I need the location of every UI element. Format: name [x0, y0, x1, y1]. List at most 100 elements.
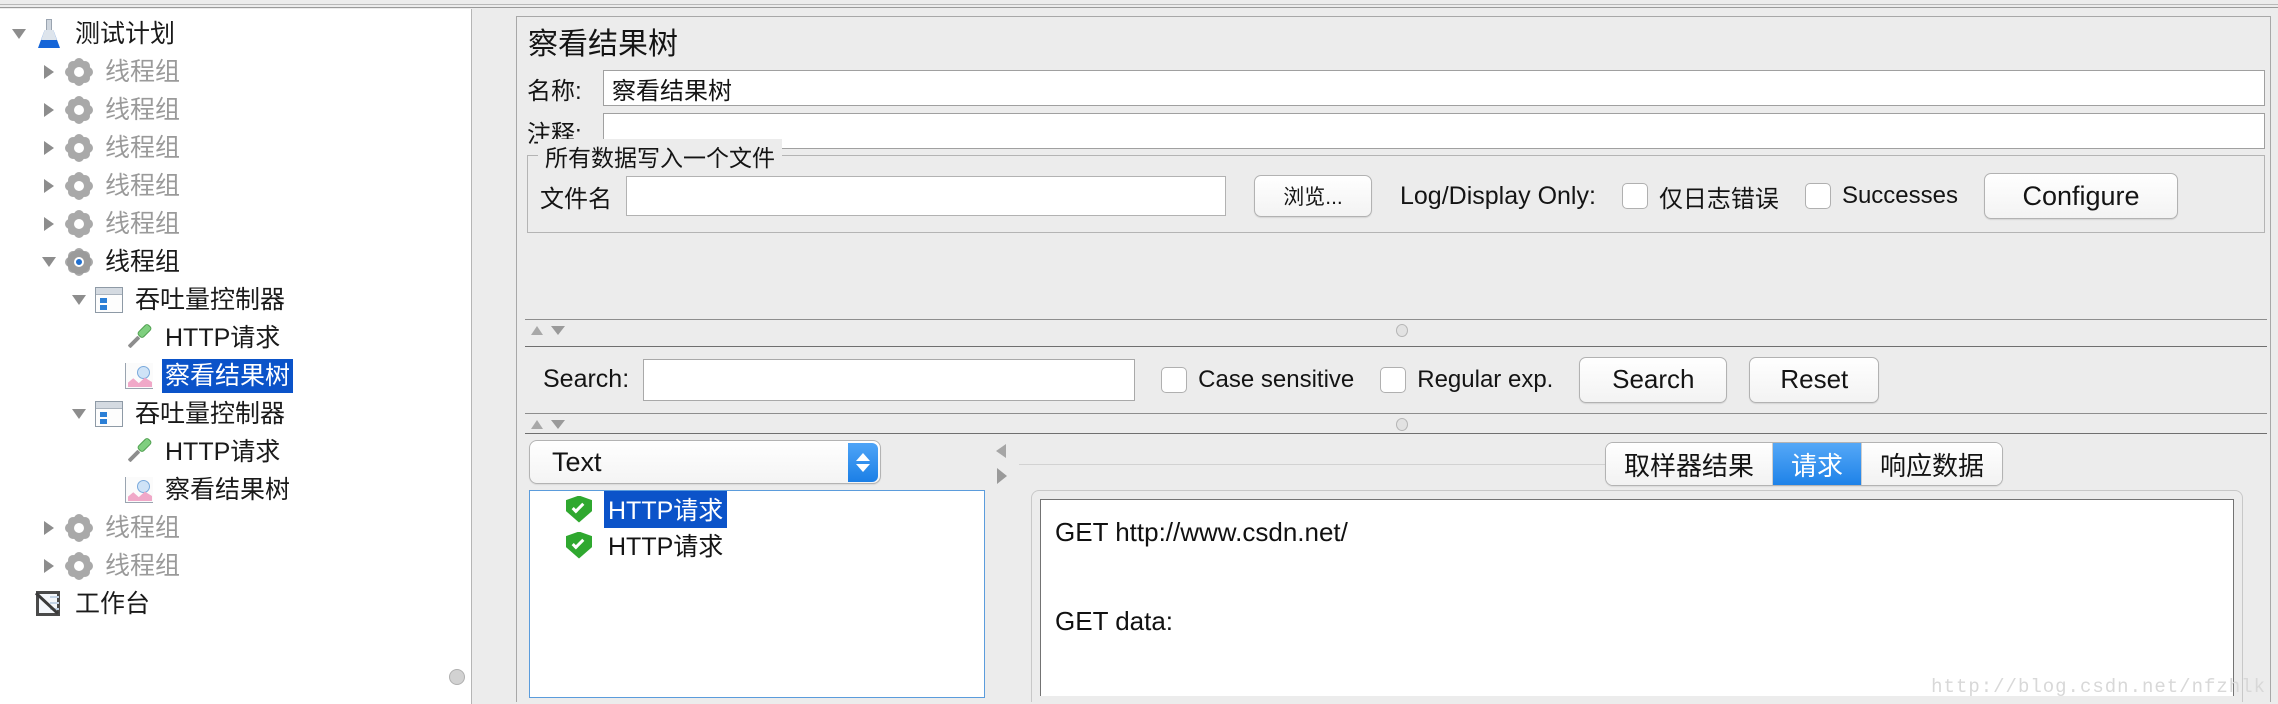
sampler-results-list[interactable]: HTTP请求 HTTP请求 [529, 490, 985, 698]
tree-expander-expand-icon[interactable] [36, 205, 62, 243]
split-divider-upper[interactable] [525, 319, 2267, 340]
tree-expander-expand-icon[interactable] [36, 547, 62, 585]
request-content-frame: GET http://www.csdn.net/ GET data: [no c… [1031, 490, 2243, 702]
collapse-left-arrow-icon[interactable] [996, 444, 1006, 458]
tree-scrollbar-thumb[interactable] [449, 669, 465, 685]
tree-expander-expand-icon[interactable] [36, 129, 62, 167]
workbench-icon [32, 587, 66, 621]
tree-node[interactable]: 线程组 [0, 205, 471, 243]
tree-node[interactable]: 线程组 [0, 547, 471, 585]
gear-icon [62, 93, 96, 127]
search-bar: Search: Case sensitive Regular exp. Sear… [525, 346, 2267, 412]
tree-node[interactable]: 测试计划 [0, 15, 471, 53]
tree-node-label: 工作台 [75, 590, 151, 618]
tab-0[interactable]: 取样器结果 [1605, 443, 1773, 485]
browse-button[interactable]: 浏览... [1254, 175, 1372, 217]
tree-node[interactable]: HTTP请求 [0, 433, 471, 471]
tree-expander-collapse-icon[interactable] [66, 281, 92, 319]
combobox-spinner-icon[interactable] [848, 443, 878, 482]
tree-node-label: 察看结果树 [165, 476, 291, 504]
tree-expander-expand-icon[interactable] [36, 91, 62, 129]
split-divider-knob-upper[interactable] [1396, 324, 1408, 337]
test-plan-tree-panel[interactable]: 测试计划 线程组 线程组 线程组 线程组 线程组 线程组 吞吐量控制器 HTTP请求 察看结果树吞… [0, 9, 472, 704]
tree-node-label: 线程组 [105, 134, 181, 162]
tree-node-label: 察看结果树 [162, 359, 294, 393]
tree-expander-placeholder [96, 357, 122, 395]
tree-expander-placeholder [96, 471, 122, 509]
tree-expander-collapse-icon[interactable] [36, 243, 62, 281]
results-horizontal-splitter[interactable] [991, 434, 1017, 702]
controller-icon [92, 397, 126, 431]
tree-node-label: 吞吐量控制器 [135, 286, 286, 314]
filename-input[interactable] [626, 176, 1226, 216]
collapse-down-arrow-icon[interactable] [551, 326, 565, 335]
errors-only-checkbox[interactable] [1621, 183, 1648, 209]
successes-checkbox-wrap[interactable]: Successes [1804, 182, 1958, 210]
tree-expander-expand-icon[interactable] [36, 509, 62, 547]
results-tab-strip[interactable]: 取样器结果 请求 响应数据 [1604, 442, 2003, 486]
errors-only-checkbox-wrap[interactable]: 仅日志错误 [1621, 179, 1779, 214]
reset-button[interactable]: Reset [1749, 356, 1880, 403]
case-sensitive-checkbox[interactable] [1161, 366, 1188, 393]
results-tree-icon [122, 359, 156, 393]
tree-node[interactable]: 察看结果树 [0, 357, 471, 395]
view-results-tree-card: 察看结果树 名称: 察看结果树 注释: 所有数据写入一个文件 文件名 浏览...… [516, 16, 2271, 702]
successes-checkbox[interactable] [1804, 183, 1831, 209]
collapse-up-arrow-icon-lower[interactable] [531, 420, 543, 429]
tree-node[interactable]: 吞吐量控制器 [0, 281, 471, 319]
tab-1[interactable]: 请求 [1772, 443, 1862, 485]
tree-node[interactable]: 线程组 [0, 91, 471, 129]
tree-expander-expand-icon[interactable] [36, 53, 62, 91]
tree-node[interactable]: 线程组 [0, 167, 471, 205]
search-input[interactable] [643, 358, 1136, 401]
tree-node-label: 吞吐量控制器 [135, 400, 286, 428]
configure-button[interactable]: Configure [1984, 173, 2178, 219]
tree-node[interactable]: 工作台 [0, 585, 471, 623]
split-divider-knob-lower[interactable] [1396, 418, 1408, 431]
tree-node[interactable]: 线程组 [0, 243, 471, 281]
list-item-label: HTTP请求 [604, 491, 728, 528]
tree-node[interactable]: 线程组 [0, 129, 471, 167]
tab-2[interactable]: 响应数据 [1861, 443, 2002, 485]
collapse-right-arrow-icon[interactable] [997, 468, 1007, 484]
tree-expander-placeholder [96, 319, 122, 357]
comment-input[interactable] [603, 113, 2265, 149]
renderer-combobox[interactable]: Text [529, 440, 881, 484]
case-sensitive-checkbox-wrap[interactable]: Case sensitive [1161, 366, 1354, 394]
log-display-only-label: Log/Display Only: [1400, 181, 1596, 210]
tree-node[interactable]: HTTP请求 [0, 319, 471, 357]
write-all-data-to-file-group: 所有数据写入一个文件 文件名 浏览... Log/Display Only: 仅… [527, 139, 2265, 233]
name-input[interactable]: 察看结果树 [603, 70, 2265, 106]
tree-expander-collapse-icon[interactable] [6, 15, 32, 53]
tree-expander-collapse-icon[interactable] [66, 395, 92, 433]
collapse-down-arrow-icon-lower[interactable] [551, 420, 565, 429]
pipette-icon [122, 321, 156, 355]
list-item[interactable]: HTTP请求 [530, 491, 984, 528]
tree-node-label: 线程组 [105, 552, 181, 580]
tree-node-label: HTTP请求 [165, 438, 281, 466]
gear-icon [62, 207, 96, 241]
tree-node[interactable]: 吞吐量控制器 [0, 395, 471, 433]
tree-expander-expand-icon[interactable] [36, 167, 62, 205]
tree-node[interactable]: 线程组 [0, 509, 471, 547]
split-divider-lower[interactable] [525, 413, 2267, 434]
filename-label: 文件名 [540, 185, 612, 213]
search-button[interactable]: Search [1579, 356, 1728, 403]
regular-exp-checkbox[interactable] [1380, 366, 1407, 393]
request-textarea[interactable]: GET http://www.csdn.net/ GET data: [no c… [1040, 499, 2234, 696]
tree-node-label: 线程组 [105, 96, 181, 124]
tab-strip-divider [1019, 464, 1659, 465]
list-item[interactable]: HTTP请求 [530, 527, 984, 563]
tree-node[interactable]: 线程组 [0, 53, 471, 91]
tree-expander-placeholder [96, 433, 122, 471]
tree-node-label: 线程组 [105, 514, 181, 542]
list-item-label: HTTP请求 [608, 533, 724, 561]
tree-node[interactable]: 察看结果树 [0, 471, 471, 509]
collapse-up-arrow-icon[interactable] [531, 326, 543, 335]
flask-icon [32, 17, 66, 51]
tree-node-label: HTTP请求 [165, 324, 281, 352]
regular-exp-checkbox-wrap[interactable]: Regular exp. [1380, 366, 1553, 394]
tree-node-label: 测试计划 [75, 20, 176, 48]
element-fields: 名称: 察看结果树 注释: [527, 69, 2265, 155]
window-chrome-top [0, 0, 2278, 8]
